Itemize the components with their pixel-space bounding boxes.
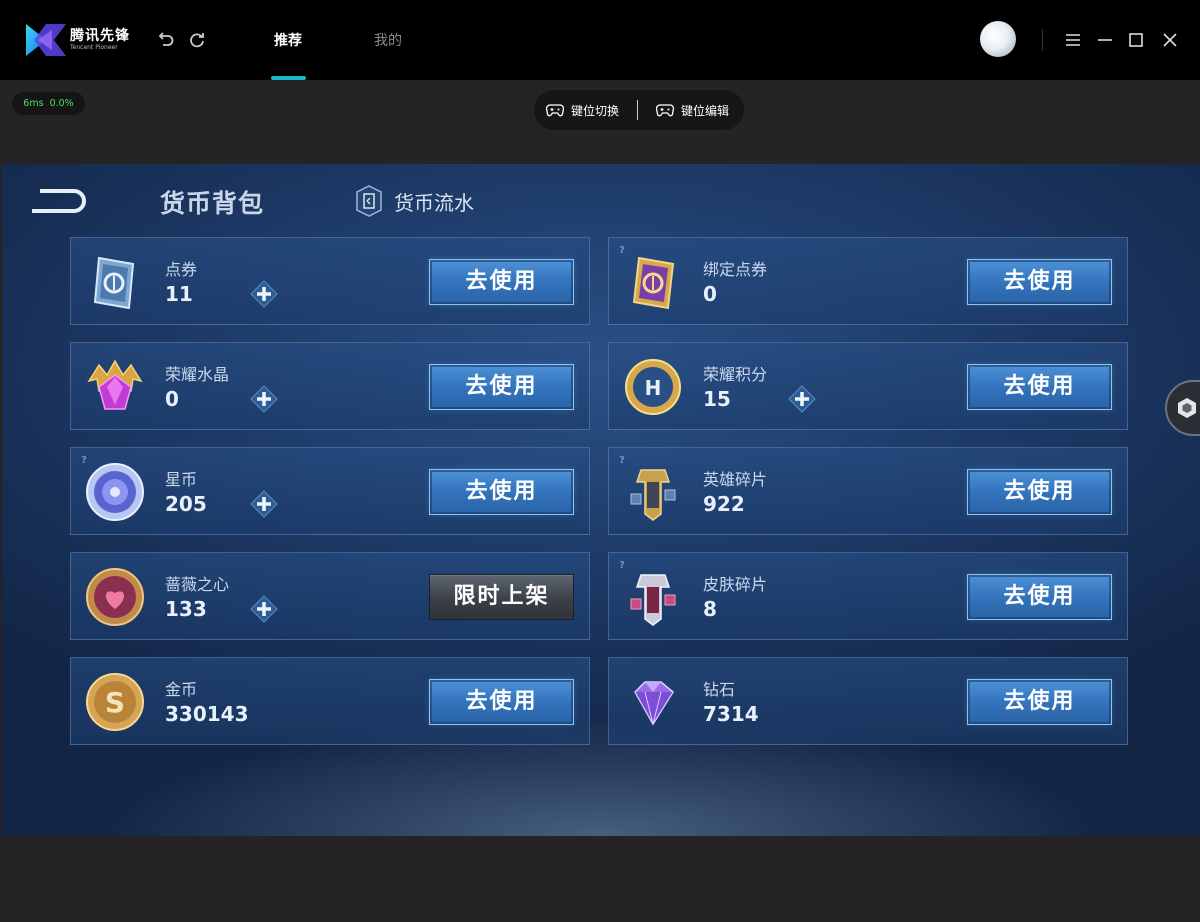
latency-value: 6ms [23, 98, 44, 109]
currency-amount: 15 [703, 387, 731, 411]
title-bar: 腾讯先锋 Tencent Pioneer 推荐 我的 [0, 0, 1200, 80]
logo-subtext: Tencent Pioneer [70, 44, 118, 51]
use-button[interactable]: 去使用 [967, 679, 1112, 725]
coupon-icon [93, 256, 135, 310]
maximize-icon[interactable] [1126, 30, 1146, 50]
currency-name: 钻石 [703, 680, 736, 699]
tab-recommend[interactable]: 推荐 [274, 30, 302, 50]
undo-icon[interactable] [156, 30, 176, 50]
side-float-handle[interactable] [1165, 380, 1200, 436]
performance-badge: 6ms 0.0% [12, 92, 85, 115]
currency-amount: 8 [703, 597, 717, 621]
currency-card: ? 绑定点券 0 去使用 [608, 237, 1128, 325]
glory-points-icon: H [625, 359, 681, 415]
currency-card: S 金币 330143 去使用 [70, 657, 590, 745]
add-icon[interactable] [249, 594, 279, 624]
currency-name: 荣耀积分 [703, 365, 768, 384]
currency-name: 英雄碎片 [703, 470, 768, 489]
tab-mine[interactable]: 我的 [374, 30, 402, 50]
back-arrow-icon[interactable] [30, 186, 96, 216]
star-coin-icon [86, 463, 144, 521]
tencent-pioneer-logo [26, 24, 66, 56]
currency-flow-label: 货币流水 [394, 190, 474, 215]
currency-name: 蔷薇之心 [165, 575, 230, 594]
currency-amount: 0 [703, 282, 717, 306]
add-icon[interactable] [787, 384, 817, 414]
diamond-icon [634, 681, 674, 726]
key-switch-label: 键位切换 [571, 103, 620, 118]
use-button[interactable]: 去使用 [967, 259, 1112, 305]
currency-amount: 330143 [165, 702, 249, 726]
key-edit-label: 键位编辑 [681, 103, 730, 118]
key-mapping-bar: 键位切换 键位编辑 [534, 90, 744, 130]
currency-card: 钻石 7314 去使用 [608, 657, 1128, 745]
avatar[interactable] [980, 21, 1016, 57]
key-switch-button[interactable]: 键位切换 [546, 90, 619, 130]
currency-amount: 922 [703, 492, 745, 516]
titlebar-divider [1042, 29, 1043, 51]
hero-fragment-icon [630, 469, 676, 521]
key-edit-button[interactable]: 键位编辑 [656, 90, 729, 130]
currency-name: 皮肤碎片 [703, 575, 768, 594]
skin-fragment-icon [630, 574, 676, 626]
currency-card: 点券 11 去使用 [70, 237, 590, 325]
currency-card: 荣耀水晶 0 去使用 [70, 342, 590, 430]
use-button[interactable]: 去使用 [967, 574, 1112, 620]
limited-offer-button[interactable]: 限时上架 [429, 574, 574, 620]
game-viewport: 货币背包 货币流水 点券 11 去使用 ? 绑定点券 0 去使用 荣耀水晶 0 … [2, 164, 1200, 836]
currency-card: 蔷薇之心 133 限时上架 [70, 552, 590, 640]
use-button[interactable]: 去使用 [429, 469, 574, 515]
use-button[interactable]: 去使用 [429, 259, 574, 305]
use-button[interactable]: 去使用 [967, 469, 1112, 515]
currency-amount: 133 [165, 597, 207, 621]
add-icon[interactable] [249, 489, 279, 519]
active-tab-indicator [271, 76, 306, 80]
close-icon[interactable] [1160, 30, 1180, 50]
glory-crystal-icon [87, 359, 143, 410]
currency-name: 荣耀水晶 [165, 365, 230, 384]
currency-flow-link[interactable]: 货币流水 [354, 184, 474, 218]
packet-loss-value: 0.0% [49, 98, 74, 109]
logo-text: 腾讯先锋 [70, 28, 130, 44]
add-icon[interactable] [249, 384, 279, 414]
currency-name: 绑定点券 [703, 260, 768, 279]
gamepad-icon [546, 104, 564, 117]
gold-coin-icon: S [86, 673, 144, 731]
currency-card: ? 星币 205 去使用 [70, 447, 590, 535]
refresh-icon[interactable] [187, 30, 207, 50]
currency-card: H 荣耀积分 15 去使用 [608, 342, 1128, 430]
minimize-icon[interactable] [1095, 30, 1115, 50]
page-title: 货币背包 [160, 189, 265, 218]
rose-heart-icon [86, 568, 144, 626]
ledger-icon [356, 185, 382, 217]
keybar-divider [637, 100, 638, 120]
use-button[interactable]: 去使用 [967, 364, 1112, 410]
currency-amount: 205 [165, 492, 207, 516]
hexagon-icon [1178, 398, 1196, 418]
svg-text:S: S [105, 686, 125, 719]
currency-name: 金币 [165, 680, 198, 699]
currency-amount: 11 [165, 282, 193, 306]
currency-card: ? 英雄碎片 922 去使用 [608, 447, 1128, 535]
use-button[interactable]: 去使用 [429, 679, 574, 725]
gamepad-icon [656, 104, 674, 117]
currency-name: 点券 [165, 260, 198, 279]
currency-card: ? 皮肤碎片 8 去使用 [608, 552, 1128, 640]
add-icon[interactable] [249, 279, 279, 309]
currency-amount: 7314 [703, 702, 759, 726]
currency-name: 星币 [165, 470, 198, 489]
bound-coupon-icon [632, 256, 675, 310]
use-button[interactable]: 去使用 [429, 364, 574, 410]
currency-amount: 0 [165, 387, 179, 411]
menu-icon[interactable] [1063, 30, 1083, 50]
svg-text:H: H [645, 376, 662, 400]
app-window: 腾讯先锋 Tencent Pioneer 推荐 我的 6ms 0.0% 键位切换… [0, 0, 1200, 922]
